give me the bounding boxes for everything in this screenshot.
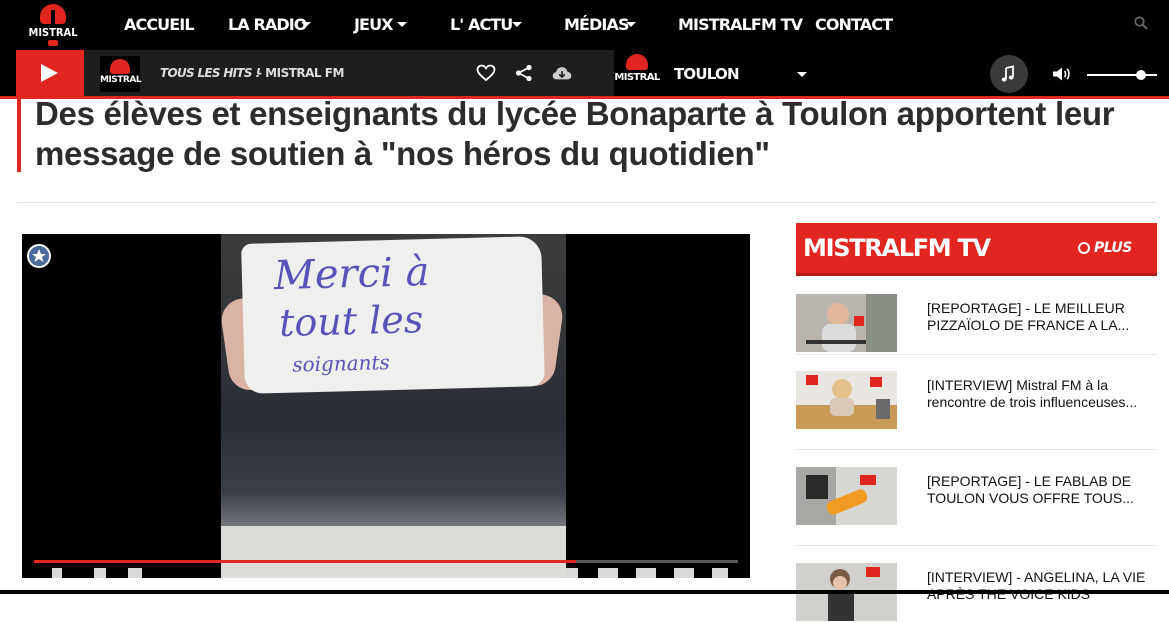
sign-text-line-1: Merci à (273, 249, 431, 300)
heart-icon[interactable] (476, 64, 496, 82)
nav-item-actu[interactable]: L' ACTU (450, 15, 513, 34)
volume-icon[interactable] (128, 568, 142, 578)
play-icon (41, 64, 58, 82)
now-playing-logo-text: MISTRAL (100, 75, 142, 85)
logo-text: MISTRAL (28, 26, 78, 39)
video-list-item[interactable]: [REPORTAGE] - LE MEILLEUR PIZZAÏOLO DE F… (796, 294, 1157, 354)
now-playing-panel: MISTRAL TOUS LES HITS ! - MISTRAL FM (16, 50, 614, 96)
track-title: TOUS LES HITS ! (160, 66, 261, 80)
video-title[interactable]: [REPORTAGE] - LE MEILLEUR PIZZAÏOLO DE F… (927, 300, 1155, 334)
star-icon (32, 249, 46, 262)
nav-item-la-radio[interactable]: LA RADIO (228, 15, 307, 34)
chevron-down-icon[interactable] (626, 22, 636, 27)
watch-later-icon[interactable] (27, 244, 51, 268)
share-icon[interactable] (514, 64, 534, 82)
video-title[interactable]: [REPORTAGE] - LE FABLAB DE TOULON VOUS O… (927, 473, 1155, 507)
nav-item-medias[interactable]: MÉDIAS (564, 15, 629, 34)
station-selector[interactable]: TOULON (674, 65, 739, 83)
volume-slider-handle[interactable] (1135, 70, 1146, 80)
article-title: Des élèves et enseignants du lycée Bonap… (35, 95, 1115, 172)
chevron-down-icon[interactable] (512, 22, 522, 27)
sign-text-line-3: soignants (291, 350, 391, 377)
video-thumbnail[interactable] (796, 467, 897, 525)
music-note-icon (1001, 65, 1014, 82)
video-list-item[interactable]: [REPORTAGE] - LE FABLAB DE TOULON VOUS O… (796, 467, 1157, 527)
video-progress-bar[interactable] (34, 560, 738, 563)
station-logo-text: MISTRAL (614, 72, 660, 83)
music-button[interactable] (990, 55, 1028, 93)
track-artist: - MISTRAL FM (257, 66, 344, 80)
sign-text-line-2: tout les (278, 297, 424, 345)
miniplayer-icon[interactable] (598, 568, 618, 578)
station-logo: MISTRAL (614, 50, 660, 96)
mistralfm-tv-header: MISTRALFM TV PLUS (796, 223, 1157, 273)
now-playing-logo: MISTRAL (100, 56, 142, 92)
nav-item-contact[interactable]: CONTACT (815, 15, 893, 34)
video-player[interactable]: Merci à tout les soignants (22, 234, 750, 578)
play-button[interactable] (16, 50, 84, 96)
handwritten-sign: Merci à tout les soignants (241, 236, 545, 394)
more-videos-link[interactable]: PLUS (1094, 240, 1132, 256)
nav-item-mistralfm-tv[interactable]: MISTRALFM TV (678, 15, 803, 34)
video-progress-fill (34, 560, 577, 563)
logo-fm-badge (48, 40, 58, 46)
sidebar-title: MISTRALFM TV (803, 234, 991, 262)
nav-item-jeux[interactable]: JEUX (354, 15, 394, 34)
search-icon[interactable] (1134, 16, 1148, 30)
divider (17, 202, 1157, 203)
plus-circle-icon[interactable] (1078, 242, 1090, 254)
blanket (221, 526, 566, 578)
chevron-down-icon[interactable] (301, 22, 311, 27)
bottom-bar (0, 590, 1169, 594)
chevron-down-icon[interactable] (797, 72, 807, 77)
volume-slider[interactable] (1087, 74, 1157, 76)
top-navigation: MISTRAL ACCUEIL LA RADIO JEUX L' ACTU MÉ… (0, 0, 1169, 50)
cloud-download-icon[interactable] (552, 64, 572, 82)
play-icon[interactable] (52, 568, 62, 578)
divider (796, 449, 1157, 450)
next-icon[interactable] (94, 568, 106, 578)
theater-mode-icon[interactable] (636, 568, 656, 578)
mistral-logo[interactable]: MISTRAL (28, 4, 78, 46)
divider (796, 545, 1157, 546)
video-thumbnail[interactable] (796, 371, 897, 429)
video-title[interactable]: [INTERVIEW] - ANGELINA, LA VIE APRÈS THE… (927, 569, 1155, 603)
volume-icon[interactable] (1052, 66, 1072, 82)
logo-mark (626, 54, 648, 70)
nav-item-accueil[interactable]: ACCUEIL (124, 15, 195, 34)
video-frame: Merci à tout les soignants (218, 234, 566, 578)
cast-icon[interactable] (674, 568, 694, 578)
video-title[interactable]: [INTERVIEW] Mistral FM à la rencontre de… (927, 377, 1155, 411)
logo-mark (40, 4, 66, 24)
radio-player-bar: MISTRAL TOUS LES HITS ! - MISTRAL FM TOU… (0, 50, 1169, 98)
video-list-item[interactable]: [INTERVIEW] Mistral FM à la rencontre de… (796, 371, 1157, 431)
chevron-down-icon[interactable] (397, 22, 407, 27)
divider (796, 354, 1157, 355)
settings-icon[interactable] (566, 568, 578, 578)
video-thumbnail[interactable] (796, 294, 897, 352)
title-accent-bar (17, 98, 21, 172)
fullscreen-icon[interactable] (712, 568, 728, 578)
logo-mark (110, 59, 130, 74)
